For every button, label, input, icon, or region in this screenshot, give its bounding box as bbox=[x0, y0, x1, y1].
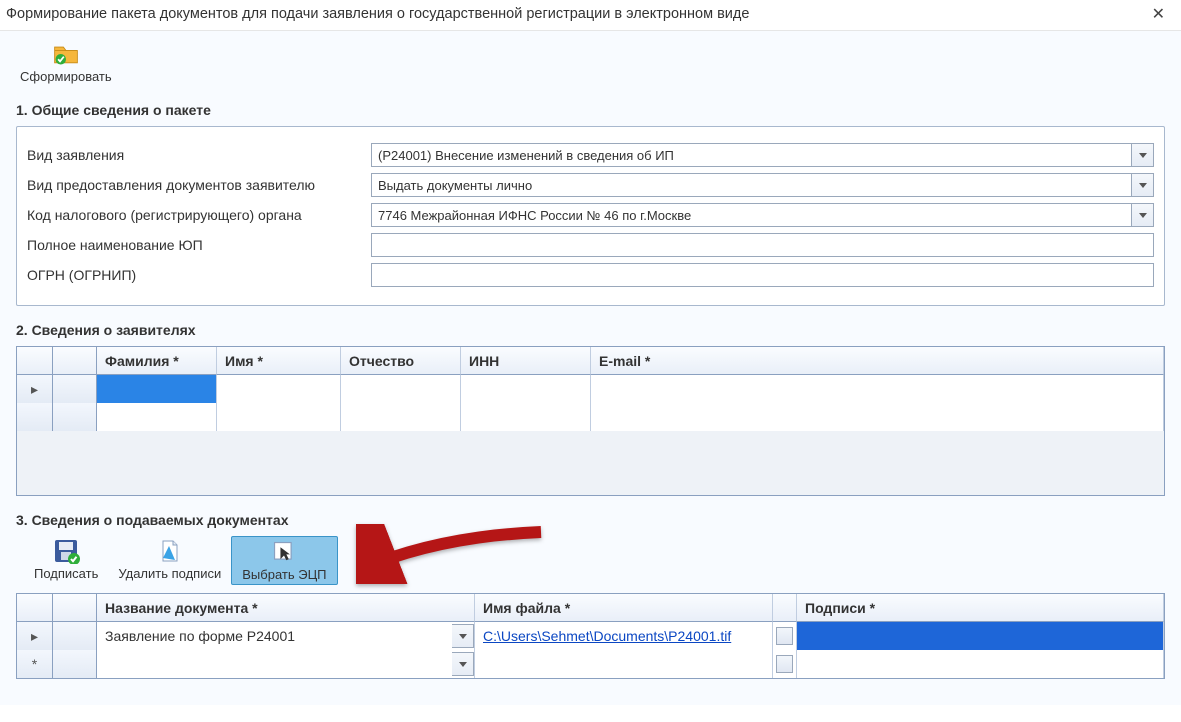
delivery-select[interactable]: Выдать документы лично bbox=[371, 173, 1132, 197]
table-row[interactable]: ▸ bbox=[17, 375, 1164, 403]
file-browse-button[interactable] bbox=[776, 627, 793, 645]
documents-table[interactable]: Название документа * Имя файла * Подписи… bbox=[16, 593, 1165, 679]
sign-button[interactable]: Подписать bbox=[24, 536, 108, 585]
floppy-check-icon bbox=[52, 538, 80, 564]
tax-code-select[interactable]: 7746 Межрайонная ИФНС России № 46 по г.М… bbox=[371, 203, 1132, 227]
file-browse-button[interactable] bbox=[776, 655, 793, 673]
cell-doc-name[interactable]: Заявление по форме Р24001 bbox=[97, 622, 475, 650]
org-name-input[interactable] bbox=[371, 233, 1154, 257]
table-row[interactable]: * bbox=[17, 650, 1164, 678]
app-type-dropdown-button[interactable] bbox=[1132, 143, 1154, 167]
table-row[interactable]: ▸ Заявление по форме Р24001 C:\Users\Seh… bbox=[17, 622, 1164, 650]
col-signatures[interactable]: Подписи * bbox=[797, 594, 1164, 622]
chevron-down-icon bbox=[459, 634, 467, 639]
form-package-label: Сформировать bbox=[20, 69, 112, 84]
label-app-type: Вид заявления bbox=[27, 147, 371, 163]
doc-name-dropdown-button[interactable] bbox=[452, 624, 474, 648]
col-inn[interactable]: ИНН bbox=[461, 347, 591, 375]
window-title: Формирование пакета документов для подач… bbox=[6, 6, 749, 22]
delivery-dropdown-button[interactable] bbox=[1132, 173, 1154, 197]
close-icon[interactable]: ✕ bbox=[1146, 4, 1171, 24]
folder-check-icon bbox=[52, 41, 80, 67]
label-org-name: Полное наименование ЮП bbox=[27, 237, 371, 253]
table-row[interactable] bbox=[17, 403, 1164, 431]
cell-signatures[interactable] bbox=[797, 622, 1164, 650]
choose-signature-button[interactable]: Выбрать ЭЦП bbox=[231, 536, 337, 585]
cell-file-name[interactable]: C:\Users\Sehmet\Documents\P24001.tif bbox=[475, 622, 773, 650]
label-delivery: Вид предоставления документов заявителю bbox=[27, 177, 371, 193]
delete-signatures-label: Удалить подписи bbox=[118, 566, 221, 581]
label-tax-code: Код налогового (регистрирующего) органа bbox=[27, 207, 371, 223]
chevron-down-icon bbox=[1139, 183, 1147, 188]
document-delete-icon bbox=[156, 538, 184, 564]
tax-code-dropdown-button[interactable] bbox=[1132, 203, 1154, 227]
delete-signatures-button[interactable]: Удалить подписи bbox=[108, 536, 231, 585]
cell-inn[interactable] bbox=[461, 375, 591, 403]
section1-title: 1. Общие сведения о пакете bbox=[16, 102, 1165, 118]
choose-signature-label: Выбрать ЭЦП bbox=[242, 567, 326, 582]
cell-name[interactable] bbox=[217, 375, 341, 403]
section3-title: 3. Сведения о подаваемых документах bbox=[16, 512, 1165, 528]
label-ogrn: ОГРН (ОГРНИП) bbox=[27, 267, 371, 283]
file-link[interactable]: C:\Users\Sehmet\Documents\P24001.tif bbox=[483, 628, 731, 644]
col-doc-name[interactable]: Название документа * bbox=[97, 594, 475, 622]
col-file-name[interactable]: Имя файла * bbox=[475, 594, 773, 622]
col-email[interactable]: E-mail * bbox=[591, 347, 1164, 375]
cursor-icon bbox=[270, 539, 298, 565]
col-patronymic[interactable]: Отчество bbox=[341, 347, 461, 375]
ogrn-input[interactable] bbox=[371, 263, 1154, 287]
applicants-table[interactable]: Фамилия * Имя * Отчество ИНН E-mail * ▸ bbox=[16, 346, 1165, 496]
chevron-down-icon bbox=[1139, 213, 1147, 218]
cell-email[interactable] bbox=[591, 375, 1164, 403]
col-name[interactable]: Имя * bbox=[217, 347, 341, 375]
doc-name-dropdown-button[interactable] bbox=[452, 652, 474, 676]
app-type-select[interactable]: (Р24001) Внесение изменений в сведения о… bbox=[371, 143, 1132, 167]
form-package-button[interactable]: Сформировать bbox=[14, 39, 118, 86]
col-surname[interactable]: Фамилия * bbox=[97, 347, 217, 375]
cell-patronymic[interactable] bbox=[341, 375, 461, 403]
chevron-down-icon bbox=[1139, 153, 1147, 158]
cell-surname[interactable] bbox=[97, 375, 217, 403]
sign-label: Подписать bbox=[34, 566, 98, 581]
section2-title: 2. Сведения о заявителях bbox=[16, 322, 1165, 338]
chevron-down-icon bbox=[459, 662, 467, 667]
doc-name-text: Заявление по форме Р24001 bbox=[105, 628, 295, 644]
